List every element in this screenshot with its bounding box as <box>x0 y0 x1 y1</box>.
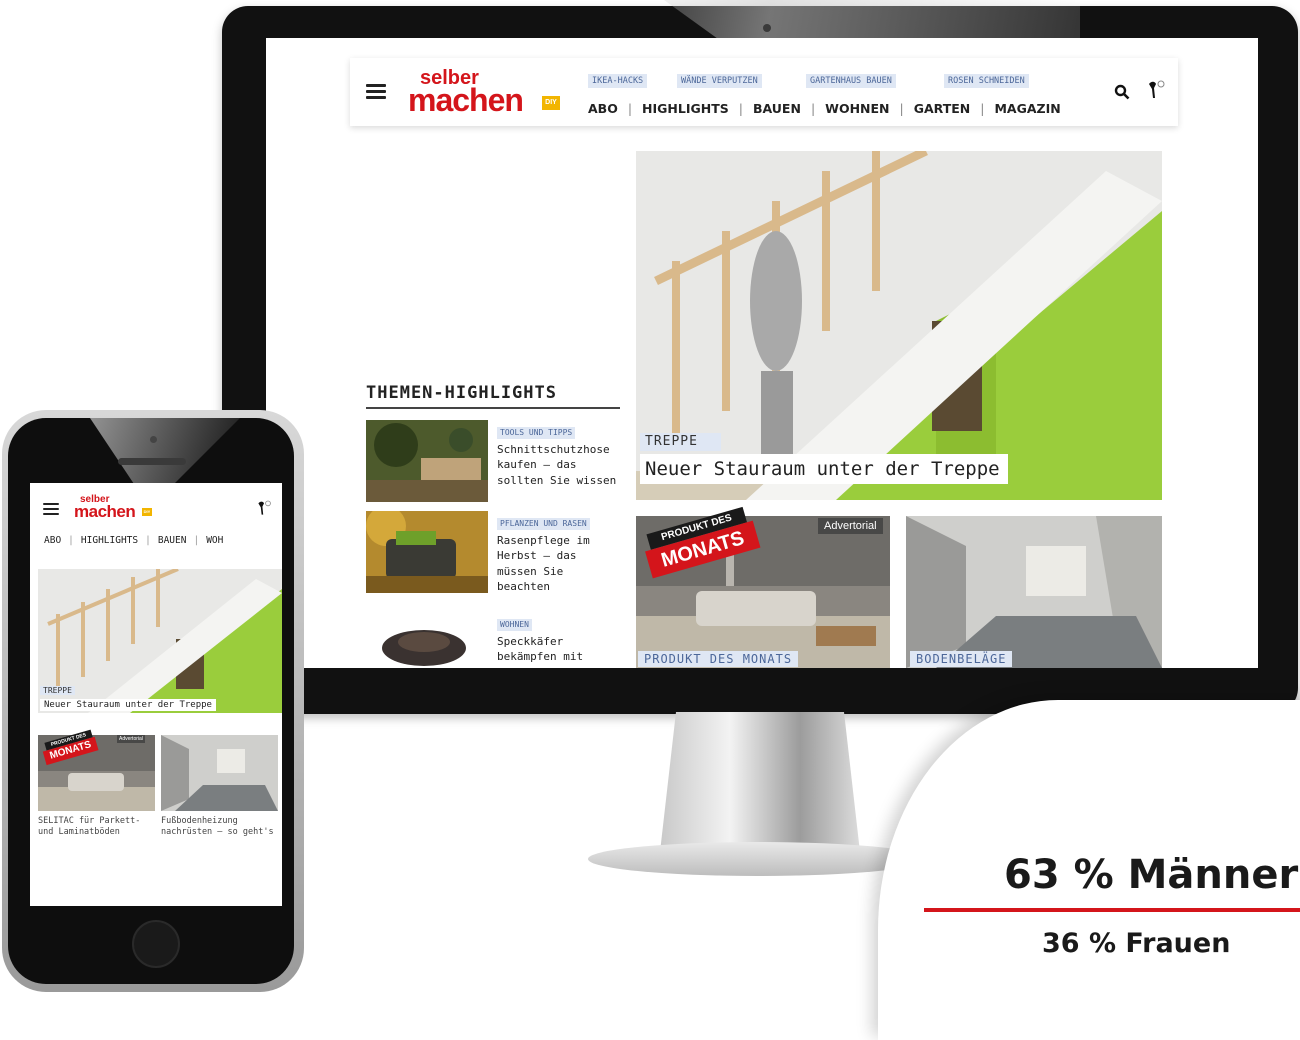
themen-item-1-category: TOOLS UND TIPPS <box>497 427 576 439</box>
monitor-stand-base <box>588 842 928 876</box>
nav-highlights[interactable]: HIGHLIGHTS <box>642 101 729 116</box>
themen-thumb-1[interactable] <box>366 420 488 502</box>
mobile-advertorial-badge: Advertorial <box>117 735 145 743</box>
themen-item-1-text: Schnittschutzhose kaufen – das sollten S… <box>497 443 617 487</box>
diy-badge: DIY <box>542 96 560 110</box>
nav-magazin[interactable]: MAGAZIN <box>994 101 1060 116</box>
mobile-nav-wohnen[interactable]: WOH <box>206 535 223 546</box>
menu-icon[interactable] <box>366 84 386 99</box>
search-icon[interactable] <box>1114 84 1130 100</box>
header-tag-1[interactable]: IKEA-HACKS <box>588 74 648 88</box>
main-nav: ABO | HIGHLIGHTS | BAUEN | WOHNEN | GARTEN | MAGAZ… <box>588 101 1061 116</box>
advertorial-badge: Advertorial <box>818 518 883 534</box>
mobile-card-1-text[interactable]: SELITAC für Parkett- und Laminatböden <box>38 816 155 839</box>
mobile-card-2-image[interactable] <box>161 735 278 811</box>
logo-bottom-text: machen <box>408 82 524 118</box>
themen-item-3-category: WOHNEN <box>497 619 532 631</box>
nav-garten[interactable]: GARTEN <box>914 101 971 116</box>
mobile-logo[interactable]: selber machen DIY <box>74 495 154 523</box>
nav-wohnen[interactable]: WOHNEN <box>825 101 889 116</box>
themen-item-2-category: PFLANZEN UND RASEN <box>497 518 590 530</box>
user-icon[interactable] <box>1146 80 1166 102</box>
mobile-nav-bauen[interactable]: BAUEN <box>158 535 187 546</box>
site-logo[interactable]: selber machen DIY <box>408 68 568 116</box>
phone-home-button[interactable] <box>132 920 180 968</box>
header-tag-3[interactable]: GARTENHAUS BAUEN <box>806 74 896 88</box>
mobile-user-icon[interactable] <box>256 500 272 518</box>
hero-title[interactable]: Neuer Stauraum unter der Treppe <box>640 454 1008 484</box>
hero-category: TREPPE <box>640 433 721 451</box>
stat-men: 63 % Männer <box>1004 852 1299 898</box>
themen-thumb-2[interactable] <box>366 511 488 593</box>
phone-camera <box>150 436 157 443</box>
themen-item-3[interactable]: WOHNEN Speckkäfer bekämpfen mit <box>497 612 617 666</box>
monitor-camera <box>763 24 771 32</box>
mobile-card-2-text[interactable]: Fußbodenheizung nachrüsten – so geht's <box>161 816 278 839</box>
card-boden-image[interactable] <box>906 516 1162 668</box>
mobile-hero-category: TREPPE <box>40 686 75 695</box>
nav-abo[interactable]: ABO <box>588 101 618 116</box>
card-boden-category[interactable]: BODENBELÄGE <box>910 651 1013 667</box>
mobile-nav: ABO | HIGHLIGHTS | BAUEN | WOH <box>44 535 224 546</box>
stat-divider <box>924 908 1300 912</box>
themen-item-2[interactable]: PFLANZEN UND RASEN Rasenpflege im Herbst… <box>497 511 617 595</box>
card-produkt-category[interactable]: PRODUKT DES MONATS <box>638 651 799 667</box>
nav-bauen[interactable]: BAUEN <box>753 101 801 116</box>
themen-item-3-text: Speckkäfer bekämpfen mit <box>497 635 584 664</box>
themen-highlights-title: THEMEN-HIGHLIGHTS <box>366 383 620 409</box>
stat-women: 36 % Frauen <box>1042 928 1231 959</box>
themen-item-2-text: Rasenpflege im Herbst – das müssen Sie b… <box>497 534 590 594</box>
monitor-stand <box>660 712 860 852</box>
mobile-diy-badge: DIY <box>142 508 152 516</box>
mobile-menu-icon[interactable] <box>43 503 59 515</box>
phone-speaker <box>118 458 186 465</box>
header-tag-2[interactable]: WÄNDE VERPUTZEN <box>677 74 762 88</box>
header-tag-4[interactable]: ROSEN SCHNEIDEN <box>944 74 1029 88</box>
mobile-nav-abo[interactable]: ABO <box>44 535 61 546</box>
mobile-nav-highlights[interactable]: HIGHLIGHTS <box>81 535 138 546</box>
themen-item-1[interactable]: TOOLS UND TIPPS Schnittschutzhose kaufen… <box>497 420 617 488</box>
themen-thumb-3[interactable] <box>366 610 488 666</box>
mobile-hero-title[interactable]: Neuer Stauraum unter der Treppe <box>40 699 216 711</box>
mobile-logo-bottom: machen <box>74 502 136 521</box>
